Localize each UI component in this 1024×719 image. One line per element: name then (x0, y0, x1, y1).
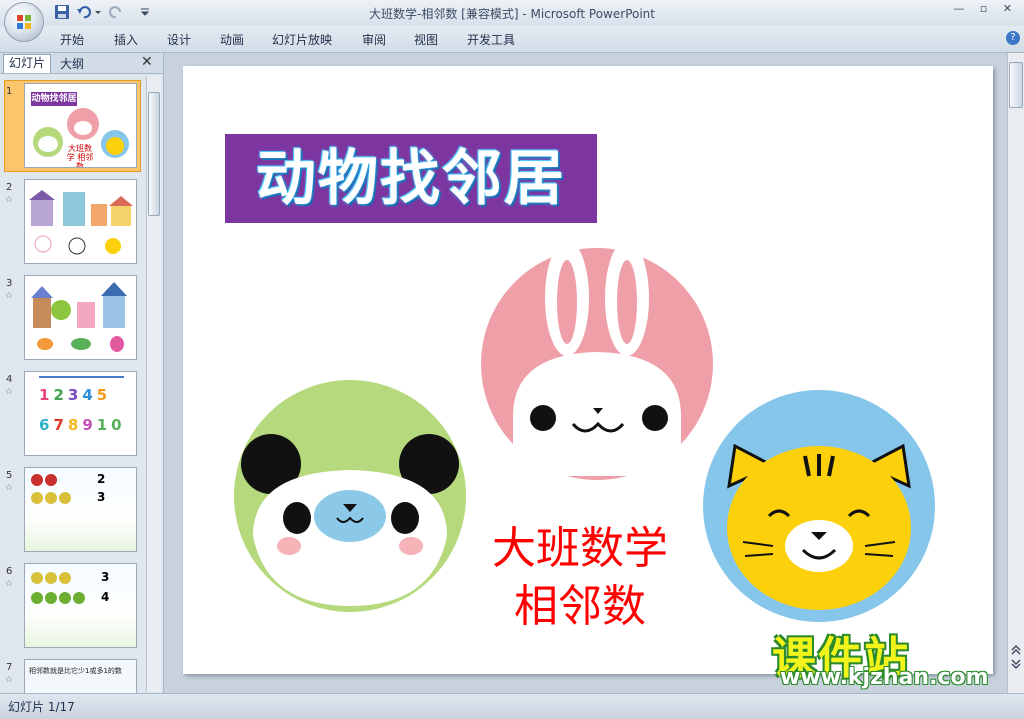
houses-thumbnail (29, 190, 133, 255)
undo-icon[interactable] (76, 4, 92, 20)
subtitle-line-2[interactable]: 相邻数 (470, 570, 690, 634)
office-logo-icon (17, 15, 31, 29)
slide-number: 1 (6, 86, 13, 97)
apples-thumbnail (31, 572, 85, 604)
subtitle-line-1[interactable]: 大班数学 (470, 512, 690, 576)
bunny-illustration (481, 240, 713, 480)
tab-home[interactable]: 开始 (60, 31, 84, 48)
slide-thumbnail-4[interactable]: 12345 678910 (24, 371, 137, 456)
redo-icon[interactable] (108, 4, 124, 20)
close-pane-icon[interactable]: ✕ (141, 54, 153, 70)
animation-star-icon: ☆ (5, 291, 14, 301)
slide-counter: 幻灯片 1/17 (8, 700, 75, 714)
thumb-text: 相邻数就是比它少1或多1的数 (29, 667, 122, 675)
thumb-numbers-row1: 12345 (39, 386, 112, 404)
slide-thumbnail-6[interactable]: 3 4 (24, 563, 137, 648)
slide-number: 4 (6, 374, 13, 385)
animation-star-icon: ☆ (5, 579, 14, 589)
tab-outline[interactable]: 大纲 (60, 56, 84, 72)
slide-thumbnail-7[interactable]: 相邻数就是比它少1或多1的数 (24, 659, 137, 694)
prev-next-slide-icon[interactable] (1010, 644, 1022, 670)
village-thumbnail (31, 282, 127, 352)
slide-thumbnail-1[interactable]: 动物找邻居 大班数学 相邻数 (24, 83, 137, 168)
slide-number: 7 (6, 662, 13, 673)
watermark-url: www.kjzhan.com (780, 665, 989, 690)
undo-dropdown-icon[interactable] (94, 4, 102, 20)
thumb-number: 3 (97, 490, 106, 504)
tab-review[interactable]: 审阅 (362, 31, 386, 48)
slide-number: 3 (6, 278, 13, 289)
tab-design[interactable]: 设计 (167, 31, 191, 48)
animation-star-icon: ☆ (5, 483, 14, 493)
tab-insert[interactable]: 插入 (114, 31, 138, 48)
tab-slideshow[interactable]: 幻灯片放映 (272, 31, 332, 48)
status-bar (0, 693, 1024, 719)
animation-star-icon: ☆ (5, 195, 14, 205)
window-title: 大班数学-相邻数 [兼容模式] - Microsoft PowerPoint (369, 7, 655, 21)
slide-scrollbar[interactable] (1007, 53, 1024, 693)
tab-animations[interactable]: 动画 (220, 31, 244, 48)
office-button[interactable] (5, 3, 43, 41)
fruits-thumbnail (31, 474, 71, 504)
slide-number: 6 (6, 566, 13, 577)
panda-illustration (234, 380, 466, 612)
animation-star-icon: ☆ (5, 387, 14, 397)
thumb-number: 4 (101, 590, 110, 604)
help-icon[interactable]: ? (1006, 31, 1020, 45)
slide-scroll-thumb[interactable] (1009, 62, 1023, 108)
tab-developer[interactable]: 开发工具 (467, 31, 515, 48)
tab-view[interactable]: 视图 (414, 31, 438, 48)
tiger-illustration (703, 390, 935, 622)
slide-thumbnail-3[interactable] (24, 275, 137, 360)
customize-toolbar-icon[interactable] (140, 4, 150, 20)
tab-slides[interactable]: 幻灯片 (3, 54, 52, 73)
thumb-number: 3 (101, 570, 110, 584)
thumb-numbers-row2: 678910 (39, 416, 126, 434)
thumb-subtitle: 大班数学 相邻数 (66, 144, 94, 168)
slide-number: 5 (6, 470, 13, 481)
slide-thumbnail-2[interactable] (24, 179, 137, 264)
window-controls[interactable]: — ▫ ✕ (953, 2, 1018, 15)
animation-star-icon: ☆ (5, 675, 14, 685)
slide-thumbnail-5[interactable]: 2 3 (24, 467, 137, 552)
slide-number: 2 (6, 182, 13, 193)
thumbnails-scroll-thumb[interactable] (148, 92, 160, 216)
save-icon[interactable] (54, 4, 70, 20)
thumb-caption-line (39, 376, 124, 378)
thumb-number: 2 (97, 472, 106, 486)
